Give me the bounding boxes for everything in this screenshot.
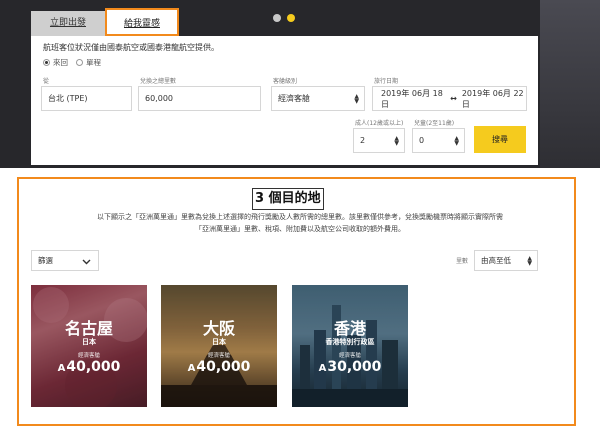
date-from: 2019年 06月 18日 <box>381 88 443 109</box>
date-range-arrow-icon: ↔ <box>450 94 457 103</box>
adults-label: 成人(12歲或以上) <box>355 120 404 127</box>
miles-label: 兌換之總里數 <box>140 78 177 85</box>
updown-arrow-icon: ▲ ▼ <box>527 254 532 267</box>
date-range-field[interactable]: 2019年 06月 18日 ↔ 2019年 06月 22日 <box>372 86 527 111</box>
children-value: 0 <box>419 136 425 145</box>
results-description-line-1: 以下顯示之「亞洲萬里通」里數為兌換上述選擇的飛行獎勵及人數所需的總里數。該里數僅… <box>97 213 503 221</box>
radio-round-trip[interactable] <box>43 59 50 66</box>
filter-label: 篩選 <box>38 256 53 265</box>
results-description: 以下顯示之「亞洲萬里通」里數為兌換上述選擇的飛行獎勵及人數所需的總里數。該里數僅… <box>60 211 540 235</box>
card-country: 香港特別行政區 <box>325 338 375 346</box>
asia-miles-icon: A <box>187 363 196 374</box>
miles-value: 60,000 <box>145 94 173 103</box>
cabin-value: 經濟客艙 <box>278 94 310 103</box>
radio-one-way[interactable] <box>76 59 83 66</box>
one-way-label: 單程 <box>86 58 101 67</box>
asia-miles-icon: A <box>318 363 327 374</box>
chevron-down-icon <box>82 259 91 265</box>
results-description-line-2: 「亞洲萬里通」里數、稅項、附加費以及航空公司收取的額外費用。 <box>195 225 405 233</box>
sort-label: 里數 <box>456 258 469 265</box>
card-miles-value: 40,000 <box>196 359 251 375</box>
adults-select[interactable]: 2 ▲ ▼ <box>353 128 405 153</box>
card-miles-value: 40,000 <box>66 359 121 375</box>
origin-value: 台北 (TPE) <box>48 94 88 103</box>
updown-arrow-icon: ▲ ▼ <box>454 134 459 147</box>
dates-label: 旅行日期 <box>374 78 399 85</box>
hero-banner-image <box>540 0 600 168</box>
trip-type-radios: 來回 單程 <box>43 57 101 68</box>
miles-field[interactable]: 60,000 <box>138 86 261 111</box>
card-cabin: 經濟客艙 <box>207 353 230 359</box>
origin-field[interactable]: 台北 (TPE) <box>41 86 132 111</box>
updown-arrow-icon: ▲ ▼ <box>394 134 399 147</box>
card-city: 名古屋 <box>64 319 113 338</box>
asia-miles-icon: A <box>57 363 66 374</box>
children-select[interactable]: 0 ▲ ▼ <box>412 128 465 153</box>
search-button[interactable]: 搜尋 <box>474 126 526 153</box>
updown-arrow-icon: ▲ ▼ <box>354 92 359 105</box>
adults-value: 2 <box>360 136 366 145</box>
card-cabin: 經濟客艙 <box>338 353 361 359</box>
card-miles: A40,000 <box>161 359 277 375</box>
destination-card-hong-kong[interactable]: 香港 香港特別行政區 經濟客艙 A30,000 <box>292 285 408 407</box>
availability-notice: 航班客位狀況僅由國泰航空或國泰港龍航空提供。 <box>43 43 219 52</box>
carousel-dots <box>273 14 295 22</box>
sort-value: 由高至低 <box>481 256 511 265</box>
sort-select[interactable]: 由高至低 ▲ ▼ <box>474 250 538 271</box>
filter-dropdown[interactable]: 篩選 <box>31 250 99 271</box>
cabin-select[interactable]: 經濟客艙 ▲ ▼ <box>271 86 365 111</box>
date-to: 2019年 06月 22日 <box>461 88 524 109</box>
card-country: 日本 <box>82 338 96 346</box>
card-city: 香港 <box>333 319 366 338</box>
from-label: 從 <box>43 78 50 85</box>
cabin-label: 客艙級別 <box>273 78 298 85</box>
card-miles-value: 30,000 <box>327 359 382 375</box>
destination-card-osaka[interactable]: 大阪 日本 經濟客艙 A40,000 <box>161 285 277 407</box>
tab-book-flights[interactable]: 立即出發 <box>31 11 105 36</box>
round-trip-label: 來回 <box>53 58 68 67</box>
card-city: 大阪 <box>202 319 235 338</box>
carousel-dot-1[interactable] <box>273 14 281 22</box>
destinations-count-title: 3 個目的地 <box>252 188 324 210</box>
tab-inspire-me[interactable]: 給我靈感 <box>105 8 179 36</box>
card-miles: A40,000 <box>31 359 147 375</box>
card-country: 日本 <box>212 338 226 346</box>
card-cabin: 經濟客艙 <box>77 353 100 359</box>
carousel-dot-2-active[interactable] <box>287 14 295 22</box>
destination-card-nagoya[interactable]: 名古屋 日本 經濟客艙 A40,000 <box>31 285 147 407</box>
card-miles: A30,000 <box>292 359 408 375</box>
children-label: 兒童(2至11歲) <box>414 120 455 127</box>
